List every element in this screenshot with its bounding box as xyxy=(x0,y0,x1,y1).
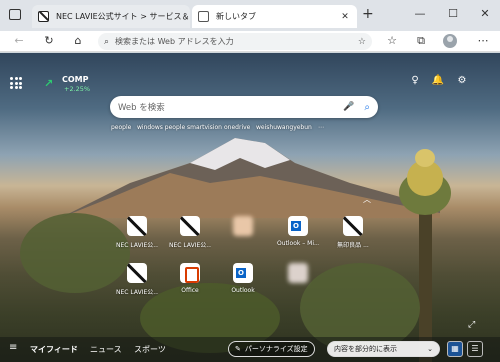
minimize-button[interactable]: — xyxy=(405,4,435,24)
favorites-icon[interactable]: ☆ xyxy=(383,33,401,49)
profile-avatar[interactable] xyxy=(443,34,457,48)
new-tab-background: ↗ COMP +2.25% ♀ 🔔 ⚙ Web を検索 🎤 ⌕ people w… xyxy=(0,53,500,362)
expand-icon[interactable]: ⤢ xyxy=(468,320,475,330)
address-placeholder: 検索または Web アドレスを入力 xyxy=(115,37,234,46)
feed-bar: ≡ マイフィード ニュース スポーツ ✎ パーソナライズ設定 内容を部分的に表示… xyxy=(0,337,500,362)
quick-link[interactable]: NEC LAVIE公... xyxy=(169,216,211,249)
tab-nec-lavie[interactable]: NEC LAVIE公式サイト > サービス＆ ✕ xyxy=(32,5,190,28)
mountain-image xyxy=(60,138,440,218)
chevron-down-icon: ⌄ xyxy=(427,345,433,353)
nec-icon xyxy=(180,216,200,236)
personalize-label: パーソナライズ設定 xyxy=(244,345,308,353)
settings-gear-icon[interactable]: ⚙ xyxy=(455,75,469,86)
tab-new-tab[interactable]: 新しいタブ ✕ xyxy=(192,5,357,28)
menu-icon[interactable]: ≡ xyxy=(9,342,17,353)
quick-link[interactable]: Outlook – Mi... xyxy=(277,216,319,247)
tab-strip: NEC LAVIE公式サイト > サービス＆ ✕ 新しいタブ ✕ + — ☐ ✕ xyxy=(0,0,500,31)
quick-link[interactable]: 無印良品 ... xyxy=(332,216,374,249)
new-tab-favicon-icon xyxy=(198,11,209,22)
outlook-icon xyxy=(288,216,308,236)
trending-link[interactable]: people xyxy=(111,124,131,131)
search-icon[interactable]: ⌕ xyxy=(364,102,370,113)
rewards-icon[interactable]: ♀ xyxy=(408,75,422,86)
quick-link[interactable] xyxy=(277,263,319,283)
quick-link[interactable]: Outlook xyxy=(222,263,264,294)
quick-link[interactable]: NEC LAVIE公... xyxy=(116,263,158,296)
office-icon xyxy=(180,263,200,283)
web-search-input[interactable]: Web を検索 🎤 ⌕ xyxy=(110,96,378,118)
outlook-icon xyxy=(233,263,253,283)
list-layout-icon[interactable]: ☰ xyxy=(467,341,483,357)
tab-label: 新しいタブ xyxy=(216,12,256,21)
trending-link[interactable]: onedrive xyxy=(224,124,250,131)
trending-link[interactable]: weishuwangyebun xyxy=(256,124,312,131)
quick-link[interactable]: NEC LAVIE公... xyxy=(116,216,158,249)
blurred-site-icon xyxy=(233,216,253,236)
tab-close-icon[interactable]: ✕ xyxy=(339,12,351,22)
sports-tab[interactable]: スポーツ xyxy=(134,344,166,355)
tab-close-icon[interactable]: ✕ xyxy=(189,12,190,22)
nec-icon xyxy=(127,263,147,283)
apps-grid-icon[interactable] xyxy=(10,77,22,89)
tab-label: NEC LAVIE公式サイト > サービス＆ xyxy=(56,12,190,21)
trending-link[interactable]: windows people xyxy=(137,124,185,131)
close-window-button[interactable]: ✕ xyxy=(470,4,500,24)
grid-layout-icon[interactable]: ▦ xyxy=(447,341,463,357)
content-display-label: 内容を部分的に表示 xyxy=(334,345,397,353)
more-trending-icon[interactable]: ⋯ xyxy=(318,124,324,131)
news-tab[interactable]: ニュース xyxy=(90,344,122,355)
shrub xyxy=(20,213,130,293)
quick-link-label: Outlook xyxy=(231,287,255,294)
more-menu-icon[interactable]: ⋯ xyxy=(474,33,492,49)
new-tab-button[interactable]: + xyxy=(362,6,374,22)
trend-up-icon: ↗ xyxy=(44,77,54,90)
microphone-icon[interactable]: 🎤 xyxy=(343,102,354,112)
refresh-icon[interactable]: ↻ xyxy=(40,33,58,49)
quick-link-label: Outlook – Mi... xyxy=(277,240,319,247)
quick-link-label: NEC LAVIE公... xyxy=(116,289,158,296)
feed-tab[interactable]: マイフィード xyxy=(30,344,78,355)
content-display-dropdown[interactable]: 内容を部分的に表示 ⌄ xyxy=(327,341,440,357)
muji-icon xyxy=(343,216,363,236)
personalize-button[interactable]: ✎ パーソナライズ設定 xyxy=(228,341,315,357)
home-icon[interactable]: ⌂ xyxy=(69,33,87,49)
maximize-button[interactable]: ☐ xyxy=(438,4,468,24)
stock-change: +2.25% xyxy=(64,85,91,93)
search-icon: ⌕ xyxy=(104,36,110,47)
stock-name[interactable]: COMP xyxy=(62,75,89,84)
chevron-up-icon[interactable]: ︿ xyxy=(363,194,371,205)
nec-icon xyxy=(127,216,147,236)
quick-link[interactable]: Office xyxy=(169,263,211,294)
address-bar[interactable]: ⌕ 検索または Web アドレスを入力 ☆ xyxy=(98,33,372,50)
blurred-site-icon xyxy=(288,263,308,283)
tab-actions-icon[interactable] xyxy=(9,9,21,20)
pencil-icon: ✎ xyxy=(235,345,241,353)
quick-link-label: NEC LAVIE公... xyxy=(116,242,158,249)
notifications-icon[interactable]: 🔔 xyxy=(431,75,445,86)
quick-link-label: 無印良品 ... xyxy=(337,242,369,249)
quick-link-label: NEC LAVIE公... xyxy=(169,242,211,249)
nec-favicon-icon xyxy=(38,11,49,22)
toolbar: ← ↻ ⌂ ⌕ 検索または Web アドレスを入力 ☆ ☆ ⧉ ⋯ xyxy=(0,31,500,52)
search-placeholder: Web を検索 xyxy=(118,103,165,113)
collections-icon[interactable]: ⧉ xyxy=(412,33,430,49)
trending-link[interactable]: smartvision xyxy=(187,124,222,131)
add-favorite-icon[interactable]: ☆ xyxy=(358,37,366,47)
quick-link[interactable] xyxy=(222,216,264,236)
quick-link-label: Office xyxy=(181,287,199,294)
back-icon[interactable]: ← xyxy=(10,33,28,49)
